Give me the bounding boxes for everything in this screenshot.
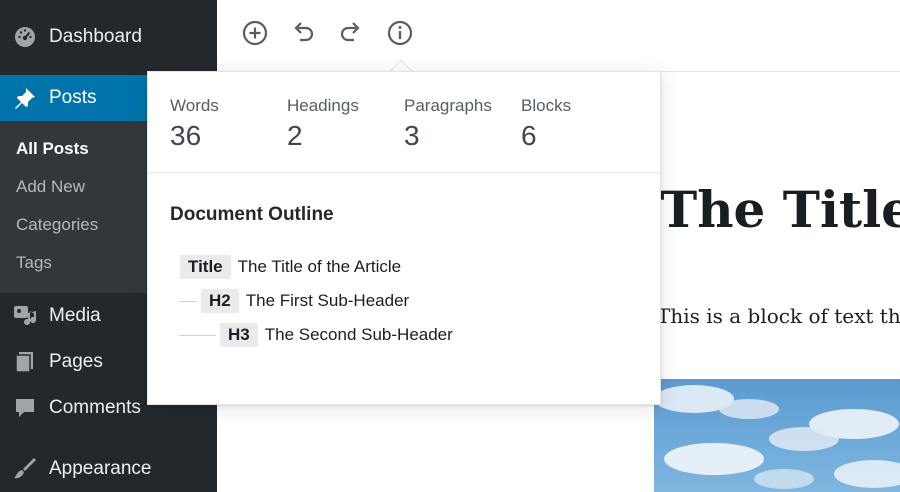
pages-icon (12, 349, 38, 375)
pin-icon (12, 85, 38, 111)
outline-level-badge: Title (180, 255, 231, 279)
outline-level-badge: H3 (220, 323, 258, 347)
stat-words: Words 36 (170, 96, 219, 152)
comment-icon (12, 395, 38, 421)
info-icon (387, 20, 413, 51)
sidebar-item-label: Dashboard (49, 26, 142, 47)
submenu-item-categories[interactable]: Categories (16, 215, 98, 235)
outline-item-text: The First Sub-Header (245, 291, 410, 310)
stat-label: Blocks (521, 96, 572, 115)
image-block[interactable] (654, 379, 900, 492)
editor-screen: Dashboard Posts All Posts Add New Catego… (0, 0, 900, 492)
outline-item[interactable]: H2 The First Sub-Header (179, 288, 409, 314)
outline-connector (179, 300, 197, 302)
outline-item-text: The Second Sub-Header (264, 325, 453, 344)
stat-value: 36 (170, 120, 202, 151)
sidebar-item-label: Pages (49, 351, 103, 372)
stat-paragraphs: Paragraphs 3 (404, 96, 492, 152)
stat-value: 6 (521, 120, 537, 151)
media-icon (12, 303, 38, 329)
sidebar-item-appearance[interactable]: Appearance (0, 449, 217, 489)
dashboard-icon (12, 24, 38, 50)
sidebar-item-dashboard[interactable]: Dashboard (0, 17, 217, 57)
paragraph-block[interactable]: This is a block of text tha (657, 304, 900, 328)
add-block-button[interactable] (240, 20, 270, 50)
info-button[interactable] (385, 20, 415, 50)
add-block-icon (242, 20, 268, 51)
sidebar-item-label: Comments (49, 397, 141, 418)
editor-toolbar (217, 0, 900, 72)
redo-icon (338, 20, 364, 51)
stat-headings: Headings 2 (287, 96, 359, 152)
stat-value: 3 (404, 120, 420, 151)
sidebar-item-label: Media (49, 305, 101, 326)
undo-button[interactable] (288, 20, 318, 50)
sidebar-item-label: Appearance (49, 458, 152, 479)
submenu-item-all-posts[interactable]: All Posts (16, 139, 89, 159)
document-info-popover: Words 36 Headings 2 Paragraphs 3 Blocks … (147, 71, 661, 405)
stat-label: Headings (287, 96, 359, 115)
outline-item-text: The Title of the Article (237, 257, 402, 276)
outline-connector (179, 334, 216, 336)
outline-level-badge: H2 (201, 289, 239, 313)
document-outline-heading: Document Outline (170, 204, 334, 225)
stat-label: Paragraphs (404, 96, 492, 115)
stat-value: 2 (287, 120, 303, 151)
brush-icon (12, 456, 38, 482)
stat-label: Words (170, 96, 219, 115)
submenu-item-tags[interactable]: Tags (16, 253, 52, 273)
submenu-item-add-new[interactable]: Add New (16, 177, 85, 197)
outline-item[interactable]: Title The Title of the Article (180, 254, 401, 280)
undo-icon (290, 20, 316, 51)
document-stats: Words 36 Headings 2 Paragraphs 3 Blocks … (148, 72, 660, 173)
outline-item[interactable]: H3 The Second Sub-Header (179, 322, 453, 348)
stat-blocks: Blocks 6 (521, 96, 571, 152)
post-title[interactable]: The Title (660, 180, 900, 239)
sidebar-item-label: Posts (49, 87, 97, 108)
redo-button[interactable] (336, 20, 366, 50)
